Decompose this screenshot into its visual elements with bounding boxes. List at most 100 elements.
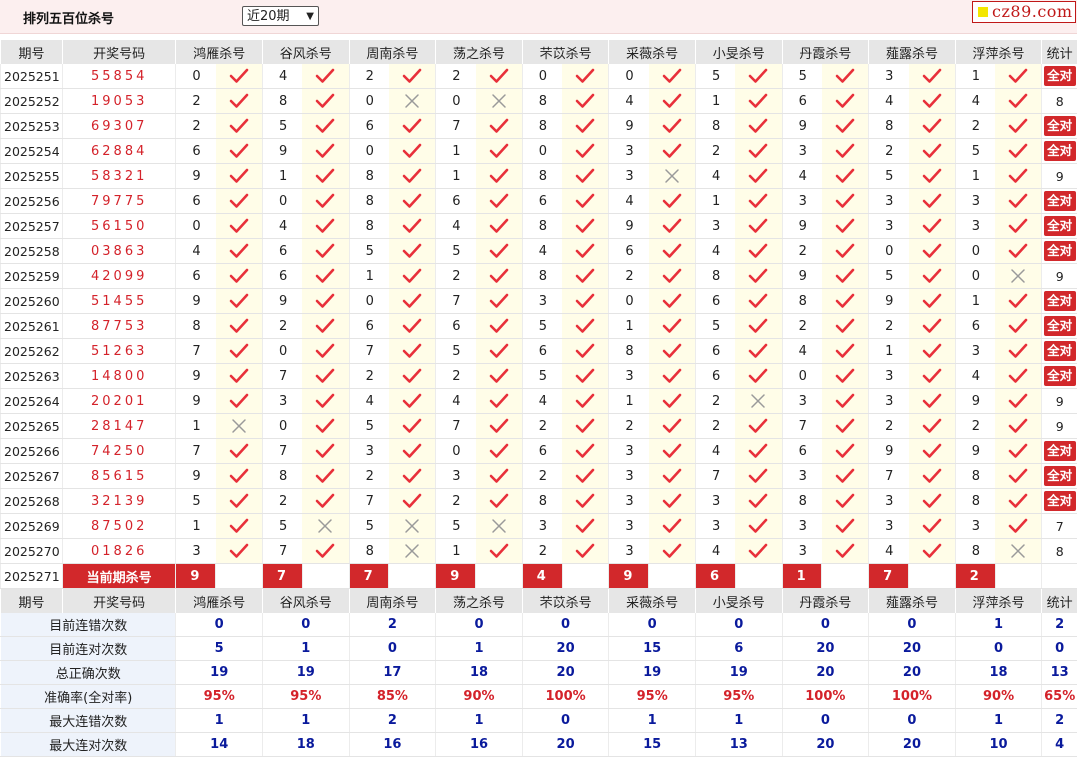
table-row: 2025268321395272833838全对	[1, 489, 1077, 514]
check-icon	[476, 189, 523, 214]
check-icon	[476, 289, 523, 314]
stats-value: 85%	[349, 685, 436, 709]
table-row: 2025258038634655464200全对	[1, 239, 1077, 264]
stats-value: 20	[522, 733, 609, 757]
table-row: 2025254628846901032325全对	[1, 139, 1077, 164]
kill-number-cell: 4	[522, 239, 562, 264]
stats-value: 95%	[263, 685, 350, 709]
issue-cell: 2025259	[1, 264, 63, 289]
stats-value: 18	[263, 733, 350, 757]
kill-number-cell: 6	[522, 339, 562, 364]
site-logo[interactable]: cz89.com	[972, 1, 1076, 23]
check-icon	[735, 289, 782, 314]
cross-icon	[389, 89, 436, 114]
check-icon	[735, 489, 782, 514]
header-expert: 荡之杀号	[436, 40, 523, 64]
stats-value: 0	[609, 613, 696, 637]
kill-number-cell: 7	[436, 114, 476, 139]
check-icon	[216, 314, 263, 339]
check-icon	[302, 139, 349, 164]
kill-number-cell: 8	[522, 264, 562, 289]
cross-icon	[216, 414, 263, 439]
total-cell: 9	[1042, 264, 1077, 289]
check-icon	[389, 239, 436, 264]
issue-cell: 2025258	[1, 239, 63, 264]
check-icon	[649, 139, 696, 164]
check-icon	[995, 389, 1042, 414]
check-icon	[302, 164, 349, 189]
cross-icon	[995, 264, 1042, 289]
cross-icon	[476, 89, 523, 114]
total-cell: 9	[1042, 389, 1077, 414]
kill-number-cell: 8	[609, 339, 649, 364]
kill-number-cell: 7	[263, 539, 303, 564]
table-row: 2025263148009722536034全对	[1, 364, 1077, 389]
issue-cell: 2025255	[1, 164, 63, 189]
kill-number-cell: 4	[176, 239, 216, 264]
check-icon	[909, 289, 956, 314]
kill-number-cell: 9	[263, 139, 303, 164]
kill-number-cell: 4	[436, 389, 476, 414]
kill-number-cell: 6	[436, 314, 476, 339]
kill-number-cell: 2	[695, 414, 735, 439]
check-icon	[562, 264, 609, 289]
draw-number-cell: 32139	[62, 489, 175, 514]
check-icon	[735, 114, 782, 139]
kill-number-cell: 2	[609, 264, 649, 289]
kill-number-cell: 7	[869, 464, 909, 489]
check-icon	[562, 389, 609, 414]
total-count: 9	[1056, 169, 1064, 184]
check-icon	[995, 214, 1042, 239]
check-icon	[389, 114, 436, 139]
kill-number-cell: 3	[609, 439, 649, 464]
issue-cell: 2025262	[1, 339, 63, 364]
kill-number-cell: 7	[349, 339, 389, 364]
kill-number-cell: 5	[176, 489, 216, 514]
current-kill-number: 9	[609, 564, 649, 589]
kill-number-cell: 0	[263, 189, 303, 214]
stats-value: 1	[263, 637, 350, 661]
header-expert: 芣苡杀号	[522, 40, 609, 64]
total-cell: 9	[1042, 414, 1077, 439]
stats-value: 0	[263, 613, 350, 637]
kill-number-cell: 6	[695, 364, 735, 389]
draw-number-cell: 14800	[62, 364, 175, 389]
check-icon	[302, 264, 349, 289]
check-icon	[649, 464, 696, 489]
total-cell: 全对	[1042, 489, 1077, 514]
kill-number-cell: 3	[869, 364, 909, 389]
check-icon	[735, 539, 782, 564]
kill-number-cell: 2	[869, 314, 909, 339]
stats-value: 0	[869, 613, 956, 637]
total-cell: 全对	[1042, 64, 1077, 89]
kill-number-cell: 3	[955, 514, 995, 539]
stats-label: 总正确次数	[1, 661, 176, 685]
stats-value: 0	[869, 709, 956, 733]
kill-number-cell: 6	[176, 139, 216, 164]
check-icon	[562, 164, 609, 189]
cross-icon	[476, 514, 523, 539]
period-select[interactable]: 近20期 ▼	[242, 6, 319, 26]
check-icon	[735, 314, 782, 339]
stats-value: 19	[263, 661, 350, 685]
kill-number-cell: 4	[349, 389, 389, 414]
check-icon	[909, 339, 956, 364]
check-icon	[995, 489, 1042, 514]
kill-number-cell: 8	[955, 464, 995, 489]
kill-number-cell: 0	[869, 239, 909, 264]
check-icon	[476, 364, 523, 389]
kill-number-cell: 8	[955, 489, 995, 514]
stats-value: 1	[955, 613, 1042, 637]
issue-cell: 2025268	[1, 489, 63, 514]
stats-value: 95%	[176, 685, 263, 709]
issue-cell: 2025263	[1, 364, 63, 389]
stats-value: 15	[609, 637, 696, 661]
kill-number-cell: 2	[349, 464, 389, 489]
kill-number-cell: 2	[176, 114, 216, 139]
check-icon	[909, 364, 956, 389]
stats-value: 2	[1042, 709, 1077, 733]
kill-number-cell: 5	[695, 64, 735, 89]
check-icon	[649, 264, 696, 289]
stats-value: 0	[176, 613, 263, 637]
current-total-cell	[1042, 564, 1077, 589]
